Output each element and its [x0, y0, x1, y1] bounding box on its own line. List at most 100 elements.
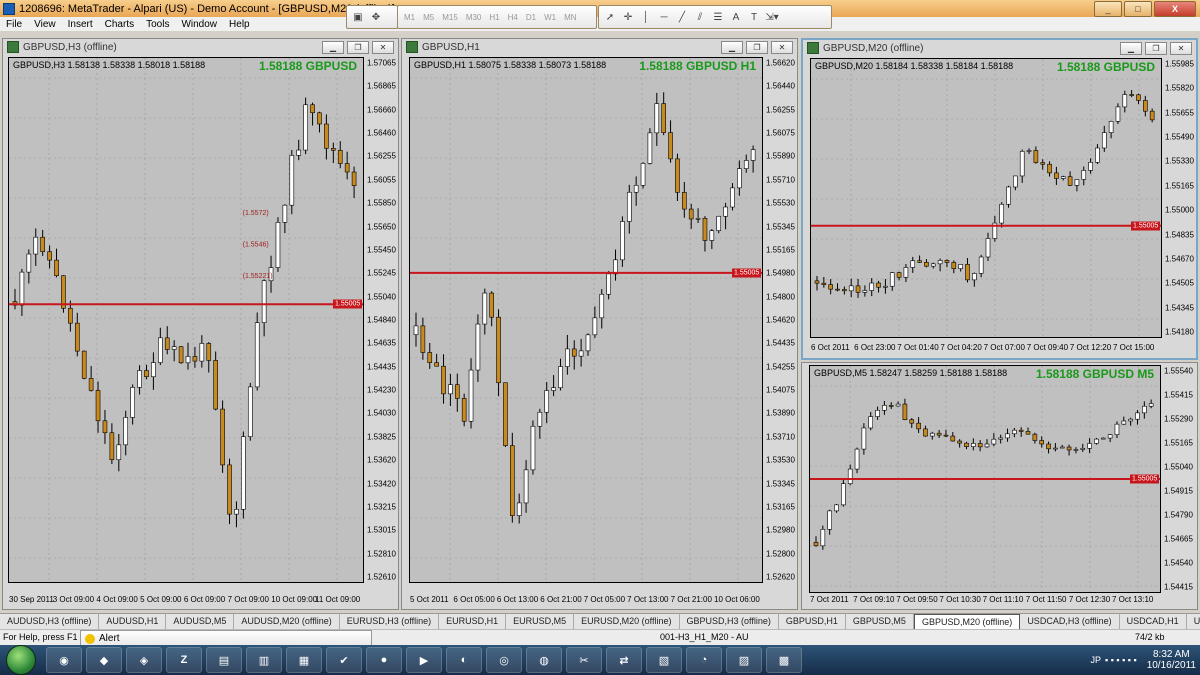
app-icon[interactable]: ▩ [766, 647, 802, 673]
start-button-icon[interactable] [6, 645, 36, 675]
fibonacci-icon[interactable]: ☰ [710, 9, 726, 25]
chart-tab[interactable]: EURUSD,H3 (offline) [340, 614, 440, 630]
chart-tab[interactable]: GBPUSD,M20 (offline) [913, 614, 1021, 630]
cursor-icon[interactable]: ➚ [602, 9, 618, 25]
chart-tab[interactable]: GBPUSD,H1 [779, 614, 846, 630]
media-player-icon[interactable]: ▶ [406, 647, 442, 673]
chart-close-button[interactable]: ✕ [372, 41, 394, 54]
vertical-line-icon[interactable]: │ [638, 9, 654, 25]
chart-restore-button[interactable]: ❐ [1145, 42, 1167, 55]
tf-m1[interactable]: M1 [401, 13, 418, 22]
chart-tab[interactable]: EURUSD,M5 [506, 614, 575, 630]
menu-window[interactable]: Window [175, 19, 223, 30]
arrows-dropdown-icon[interactable]: ⇲▾ [764, 9, 780, 25]
app-icon[interactable]: ◍ [526, 647, 562, 673]
price-tick-label: 1.54435 [766, 338, 795, 348]
candle-body [647, 132, 653, 164]
chart-window-gbpusd-m5[interactable]: GBPUSD,M5 1.58247 1.58259 1.58188 1.5818… [801, 362, 1198, 610]
price-tick-label: 1.54665 [1164, 534, 1193, 544]
chart-tab[interactable]: AUDUSD,M5 [166, 614, 235, 630]
app-icon[interactable]: ◎ [486, 647, 522, 673]
chart-plot-area[interactable]: (1.5572) (1.5546) (1.55221) GBPUSD,H3 1.58… [8, 57, 364, 583]
app-icon[interactable]: ▧ [646, 647, 682, 673]
menu-charts[interactable]: Charts [99, 19, 140, 30]
chart-close-button[interactable]: ✕ [1170, 42, 1192, 55]
ohlc-header: GBPUSD,M20 1.58184 1.58338 1.58184 1.581… [815, 61, 1014, 71]
trendline-icon[interactable]: ╱ [674, 9, 690, 25]
chart-tab[interactable]: GBPUSD,H3 (offline) [680, 614, 779, 630]
folder-icon[interactable]: ▤ [206, 647, 242, 673]
chart-plot-area[interactable]: GBPUSD,M20 1.58184 1.58338 1.58184 1.581… [810, 58, 1162, 338]
navigator-icon[interactable]: ▣ [350, 9, 366, 25]
tf-d1[interactable]: D1 [523, 13, 539, 22]
app-icon[interactable]: ✂ [566, 647, 602, 673]
clock[interactable]: 8:32 AM 10/16/2011 [1147, 649, 1196, 671]
chart-tab[interactable]: EURUSD,H1 [439, 614, 507, 630]
chart-tab[interactable]: USDCAD,H3 (offline) [1020, 614, 1120, 630]
metatrader-icon[interactable]: ⇄ [606, 647, 642, 673]
app-icon[interactable]: ◐ [446, 647, 482, 673]
chart-minimize-button[interactable]: ▁ [1120, 42, 1142, 55]
minimize-button[interactable]: _ [1094, 1, 1122, 17]
crosshair-move-icon[interactable]: ✥ [368, 9, 384, 25]
close-button[interactable]: X [1154, 1, 1196, 17]
menu-view[interactable]: View [28, 19, 62, 30]
price-tick-label: 1.55450 [367, 245, 396, 255]
tf-mn[interactable]: MN [561, 13, 579, 22]
chart-tab[interactable]: GBPUSD,M5 [846, 614, 914, 630]
chart-tab[interactable]: AUDUSD,H1 [99, 614, 167, 630]
tf-h4[interactable]: H4 [505, 13, 521, 22]
chart-window-gbpusd-h3[interactable]: GBPUSD,H3 (offline) ▁ ❐ ✕ (1.5572) (1.554… [2, 38, 399, 610]
channel-icon[interactable]: ⫽ [692, 9, 708, 25]
chart-plot-area[interactable]: GBPUSD,M5 1.58247 1.58259 1.58188 1.5818… [809, 365, 1161, 593]
time-axis: 30 Sep 2011 3 Oct 09:00 4 Oct 09:00 5 Oct 0… [8, 595, 364, 607]
price-tick-label: 1.53620 [367, 455, 396, 465]
tf-m30[interactable]: M30 [463, 13, 485, 22]
firefox-icon[interactable]: ◉ [46, 647, 82, 673]
chart-tab[interactable]: AUDUSD,M20 (offline) [234, 614, 340, 630]
candle-body [814, 280, 820, 284]
candle-body [95, 390, 101, 422]
menu-tools[interactable]: Tools [140, 19, 175, 30]
app-icon[interactable]: ◔ [686, 647, 722, 673]
chart-close-button[interactable]: ✕ [771, 41, 793, 54]
sticky-notes-icon[interactable]: ▥ [246, 647, 282, 673]
chart-minimize-button[interactable]: ▁ [322, 41, 344, 54]
crosshair-icon[interactable]: ✛ [620, 9, 636, 25]
language-indicator[interactable]: JP [1091, 655, 1102, 665]
alpari-icon[interactable]: ◈ [126, 647, 162, 673]
menu-file[interactable]: File [0, 19, 28, 30]
chart-restore-button[interactable]: ❐ [746, 41, 768, 54]
app-icon[interactable]: ✔ [326, 647, 362, 673]
chart-window-gbpusd-h1[interactable]: GBPUSD,H1 ▁ ❐ ✕ GBPUSD,H1 1.58075 1.5833… [401, 38, 798, 610]
chart-tab[interactable]: USDCAD,M5 [1187, 614, 1200, 630]
menu-help[interactable]: Help [223, 19, 256, 30]
app-icon[interactable]: ▨ [726, 647, 762, 673]
chart-tab[interactable]: EURUSD,M20 (offline) [574, 614, 680, 630]
chart-window-gbpusd-m20[interactable]: GBPUSD,M20 (offline) ▁ ❐ ✕ GBPUSD,M20 1.… [801, 38, 1198, 360]
tray-icons[interactable]: ▪ ▪ ▪ ▪ ▪ ▪ [1105, 655, 1137, 665]
menu-insert[interactable]: Insert [62, 19, 99, 30]
tf-h1[interactable]: H1 [486, 13, 502, 22]
chart-restore-button[interactable]: ❐ [347, 41, 369, 54]
tf-m15[interactable]: M15 [439, 13, 461, 22]
candle-body [1067, 176, 1073, 186]
calculator-icon[interactable]: ▦ [286, 647, 322, 673]
app-icon[interactable]: Z [166, 647, 202, 673]
chart-minimize-button[interactable]: ▁ [721, 41, 743, 54]
time-tick-label: 7 Oct 13:00 [627, 595, 669, 604]
chart-tab[interactable]: AUDUSD,H3 (offline) [0, 614, 100, 630]
tf-w1[interactable]: W1 [541, 13, 559, 22]
chart-tab[interactable]: USDCAD,H1 [1120, 614, 1187, 630]
maximize-button[interactable]: □ [1124, 1, 1152, 17]
tf-m5[interactable]: M5 [420, 13, 437, 22]
chart-plot-area[interactable]: GBPUSD,H1 1.58075 1.58338 1.58073 1.5818… [409, 57, 763, 583]
text-label-icon[interactable]: T [746, 9, 762, 25]
candle-body [750, 149, 756, 161]
candle-body [1135, 412, 1140, 420]
text-icon[interactable]: A [728, 9, 744, 25]
horizontal-line-icon[interactable]: ─ [656, 9, 672, 25]
alert-label: Alert [99, 633, 120, 644]
app-icon[interactable]: ● [366, 647, 402, 673]
app-icon[interactable]: ◆ [86, 647, 122, 673]
